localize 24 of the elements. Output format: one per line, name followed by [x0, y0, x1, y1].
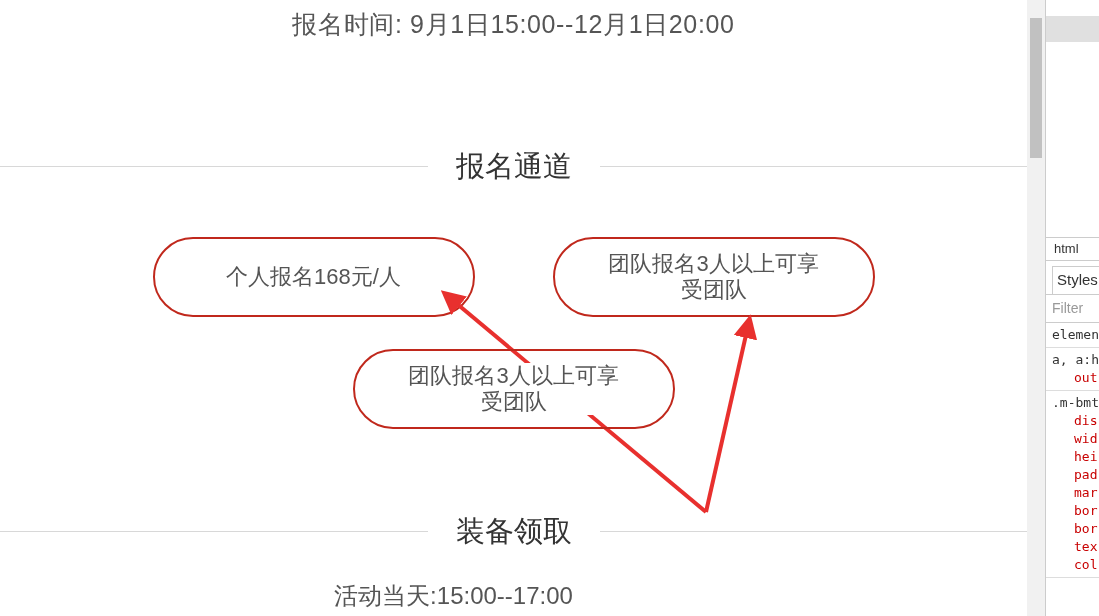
section-heading: 报名通道 — [454, 152, 573, 181]
devtools-toolbar — [1046, 16, 1099, 42]
signup-button[interactable]: 团队报名3人以上可享受团队 — [352, 349, 675, 429]
css-selector: a, a:h — [1052, 351, 1099, 369]
css-property: pad — [1073, 466, 1099, 484]
css-property: dis — [1073, 412, 1099, 430]
css-property: col — [1073, 556, 1099, 574]
css-property: out — [1073, 369, 1099, 387]
signup-button[interactable]: 个人报名168元/人 — [152, 237, 475, 317]
css-property: mar — [1073, 484, 1099, 502]
signup-time: 报名时间: 9月1日15:00--12月1日20:00 — [292, 9, 735, 40]
css-selector: elemen — [1052, 326, 1099, 344]
css-property: bor — [1073, 520, 1099, 538]
css-property: tex — [1073, 538, 1099, 556]
css-property: hei — [1073, 448, 1099, 466]
activity-time: 活动当天:15:00--17:00 — [334, 582, 573, 610]
signup-button[interactable]: 团队报名3人以上可享受团队 — [552, 237, 875, 317]
css-selector: .m-bmt — [1052, 394, 1099, 412]
css-property: wid — [1073, 430, 1099, 448]
styles-tab[interactable]: Styles — [1052, 266, 1099, 294]
section-heading: 装备领取 — [454, 517, 573, 546]
filter-field[interactable]: Filter — [1052, 298, 1099, 319]
breadcrumb[interactable]: html — [1054, 239, 1079, 259]
css-property: bor — [1073, 502, 1099, 520]
